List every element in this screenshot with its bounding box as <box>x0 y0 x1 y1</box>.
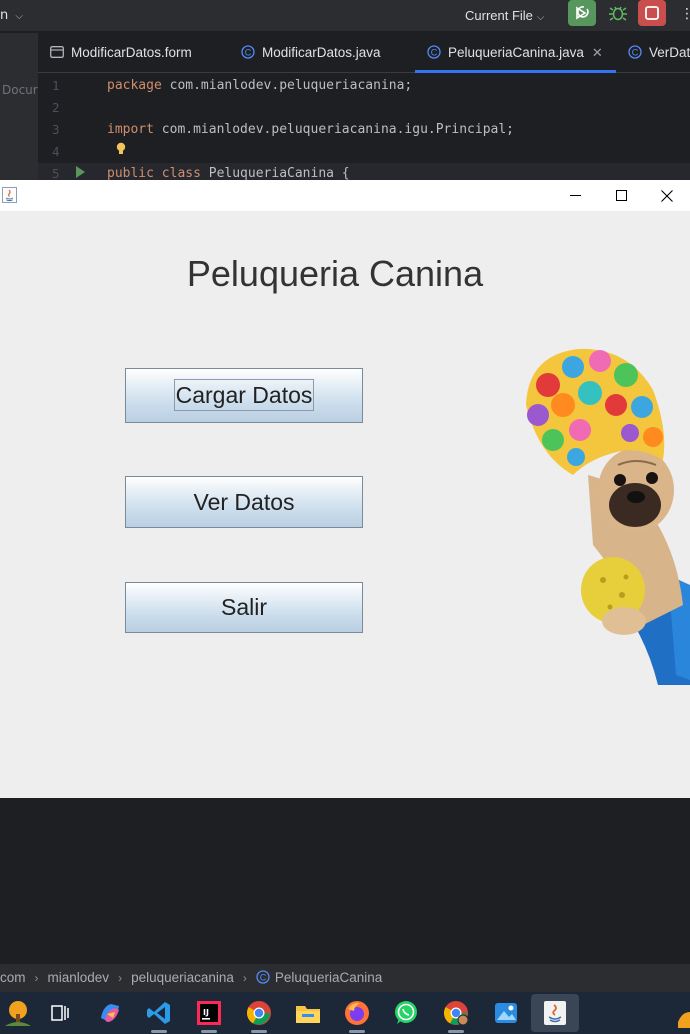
breadcrumb-item[interactable]: com <box>0 970 26 985</box>
run-config-label: Current File <box>465 8 533 23</box>
tab-peluqueriacanina-java[interactable]: C PeluqueriaCanina.java ✕ <box>415 33 616 73</box>
side-tool-label[interactable]: Docur <box>2 83 38 97</box>
code-keyword: import <box>107 122 154 137</box>
rerun-button[interactable] <box>568 0 596 26</box>
code-text: package com.mianlodev.peluqueriacanina; <box>107 75 412 97</box>
tab-label: ModificarDatos.java <box>262 45 381 60</box>
file-explorer-icon[interactable] <box>292 997 324 1029</box>
svg-text:C: C <box>245 47 252 57</box>
class-icon: C <box>427 45 441 59</box>
line-number: 2 <box>52 100 60 115</box>
close-button[interactable] <box>644 180 690 211</box>
class-icon: C <box>256 970 270 984</box>
chrome-icon[interactable] <box>243 997 275 1033</box>
line-number: 3 <box>52 122 60 137</box>
firefox-icon[interactable] <box>341 997 373 1033</box>
vscode-icon[interactable] <box>143 997 175 1033</box>
maximize-icon <box>615 190 627 201</box>
close-icon <box>661 189 673 202</box>
bug-icon <box>609 6 627 21</box>
main-menu-fragment[interactable]: n ⌵ <box>0 8 23 23</box>
app-window: Peluqueria Canina Cargar Datos Ver Datos… <box>0 180 690 798</box>
more-options-icon[interactable]: ⋮ <box>680 6 690 22</box>
task-view-icon[interactable] <box>44 997 76 1029</box>
menu-label: n <box>0 8 9 23</box>
button-label: Cargar Datos <box>173 379 315 411</box>
code-line: 3 import com.mianlodev.peluqueriacanina.… <box>38 119 690 141</box>
code-line: 1 package com.mianlodev.peluqueriacanina… <box>38 75 690 97</box>
java-icon <box>2 187 17 203</box>
lightbulb-icon[interactable] <box>115 142 127 156</box>
tab-label: PeluqueriaCanina.java <box>448 45 584 60</box>
chevron-right-icon: › <box>118 971 123 985</box>
stop-icon <box>645 6 659 20</box>
java-app-icon[interactable] <box>531 994 579 1032</box>
breadcrumb-item[interactable]: mianlodev <box>48 970 110 985</box>
app-content: Peluqueria Canina Cargar Datos Ver Datos… <box>0 211 690 798</box>
line-number: 1 <box>52 78 60 93</box>
ide-lower-panel <box>0 798 690 964</box>
tab-label: VerDat <box>649 45 690 60</box>
class-icon: C <box>241 45 255 59</box>
code-rest: com.mianlodev.peluqueriacanina.igu.Princ… <box>153 122 514 137</box>
code-keyword: public class <box>107 166 201 181</box>
rerun-icon <box>576 6 589 20</box>
code-text: import com.mianlodev.peluqueriacanina.ig… <box>107 119 514 141</box>
code-editor[interactable]: 1 package com.mianlodev.peluqueriacanina… <box>38 74 690 185</box>
svg-text:IJ: IJ <box>203 1008 209 1017</box>
minimize-button[interactable] <box>552 180 598 211</box>
cargar-datos-button[interactable]: Cargar Datos <box>125 368 363 423</box>
app-title: Peluqueria Canina <box>186 253 484 294</box>
chevron-down-icon: ⌵ <box>536 12 545 23</box>
photos-icon[interactable] <box>490 997 522 1029</box>
run-configuration-selector[interactable]: Current File ⌵ <box>465 4 545 28</box>
code-line: 4 <box>38 141 690 163</box>
editor-tabs: ModificarDatos.form C ModificarDatos.java… <box>38 33 690 73</box>
form-file-icon <box>50 45 64 58</box>
svg-text:C: C <box>431 47 438 57</box>
side-tool-strip: Docur <box>0 33 38 181</box>
breadcrumb: com › mianlodev › peluqueriacanina › C Peluquer… <box>0 964 690 992</box>
class-icon: C <box>628 45 642 59</box>
breadcrumb-item[interactable]: peluqueriacanina <box>131 970 234 985</box>
maximize-button[interactable] <box>598 180 644 211</box>
tab-modificardatos-form[interactable]: ModificarDatos.form <box>50 33 192 73</box>
tab-modificardatos-java[interactable]: C ModificarDatos.java <box>241 33 381 73</box>
run-gutter-icon[interactable] <box>76 166 85 178</box>
widgets-icon[interactable] <box>2 997 34 1029</box>
whatsapp-icon[interactable] <box>390 997 422 1029</box>
close-tab-icon[interactable]: ✕ <box>592 45 603 60</box>
code-rest: com.mianlodev.peluqueriacanina; <box>161 78 413 93</box>
line-number: 4 <box>52 144 60 159</box>
window-title-bar[interactable] <box>0 180 690 211</box>
chevron-right-icon: › <box>34 971 39 985</box>
code-line: 2 <box>38 97 690 119</box>
intellij-icon[interactable]: IJ <box>193 997 225 1033</box>
weather-icon[interactable] <box>672 997 690 1029</box>
breadcrumb-item[interactable]: PeluqueriaCanina <box>275 970 382 985</box>
salir-button[interactable]: Salir <box>125 582 363 633</box>
button-label: Salir <box>220 594 267 620</box>
svg-text:C: C <box>260 972 267 982</box>
chevron-down-icon: ⌵ <box>15 11 23 22</box>
tab-verdatos-java[interactable]: C VerDat <box>628 33 690 73</box>
windows-taskbar: IJ <box>0 992 690 1034</box>
chevron-right-icon: › <box>242 971 247 985</box>
debug-button[interactable] <box>604 0 632 26</box>
chrome-profile-icon[interactable] <box>440 997 472 1033</box>
copilot-icon[interactable] <box>94 997 126 1029</box>
ide-toolbar: n ⌵ Current File ⌵ ⋮ <box>0 0 690 32</box>
button-label: Ver Datos <box>193 489 295 515</box>
tab-label: ModificarDatos.form <box>71 45 192 60</box>
code-rest: PeluqueriaCanina { <box>200 166 350 181</box>
ver-datos-button[interactable]: Ver Datos <box>125 476 363 528</box>
pug-dog-image <box>526 348 690 685</box>
code-keyword: package <box>107 78 162 93</box>
stop-button[interactable] <box>638 0 666 26</box>
minimize-icon <box>569 195 581 196</box>
svg-text:C: C <box>632 47 639 57</box>
